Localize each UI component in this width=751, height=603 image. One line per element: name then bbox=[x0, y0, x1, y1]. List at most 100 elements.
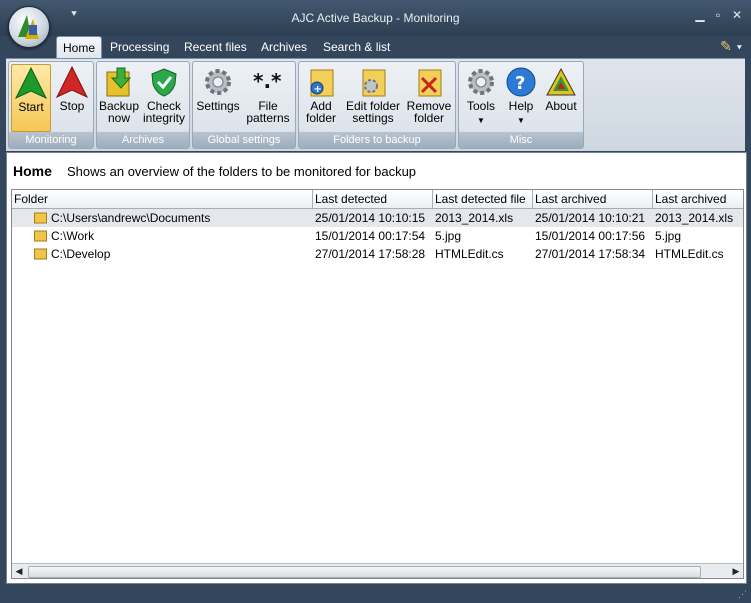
ribbon: Start Stop Monitoring Backup now Check i… bbox=[6, 58, 745, 151]
group-archives: Backup now Check integrity Archives bbox=[96, 61, 190, 149]
stop-label: Stop bbox=[59, 99, 85, 113]
maximize-button[interactable]: ▫ bbox=[711, 8, 725, 22]
settings-label: Settings bbox=[196, 99, 240, 113]
column-header-last-detected-file[interactable]: Last detected file bbox=[433, 190, 533, 208]
minimize-button[interactable]: ▁ bbox=[693, 8, 707, 22]
group-label-global-settings: Global settings bbox=[193, 132, 295, 148]
cell-last-detected-file: 5.jpg bbox=[435, 229, 462, 243]
tab-home[interactable]: Home bbox=[56, 36, 103, 59]
style-icon[interactable]: ✎ ⯆ bbox=[720, 38, 743, 55]
horizontal-scrollbar[interactable]: ◀ ▶ bbox=[12, 563, 743, 578]
backup-now-label-2: now bbox=[107, 111, 130, 125]
check-integrity-label-2: integrity bbox=[142, 111, 186, 125]
asterisk-pattern-icon: *.* bbox=[253, 69, 282, 93]
help-dropdown-icon: ▼ bbox=[517, 116, 525, 125]
column-header-last-archived[interactable]: Last archived bbox=[533, 190, 653, 208]
svg-text:+: + bbox=[314, 84, 322, 95]
tools-dropdown-icon: ▼ bbox=[477, 116, 485, 125]
cell-last-archived-file: 5.jpg bbox=[655, 229, 682, 243]
group-folders-to-backup: + Add folder Edit folder settings Remove… bbox=[298, 61, 456, 149]
svg-text:?: ? bbox=[515, 73, 525, 94]
cell-last-detected: 25/01/2014 10:10:15 bbox=[315, 211, 426, 225]
stop-arrow-icon bbox=[56, 66, 88, 98]
shield-check-icon bbox=[151, 68, 177, 97]
scroll-right-icon[interactable]: ▶ bbox=[729, 564, 743, 578]
svg-text:*.*: *.* bbox=[253, 69, 282, 93]
tab-search-list[interactable]: Search & list bbox=[317, 36, 396, 58]
cell-last-archived: 25/01/2014 10:10:21 bbox=[535, 211, 646, 225]
start-button[interactable]: Start bbox=[11, 64, 51, 132]
cell-folder: C:\Work bbox=[51, 229, 95, 243]
gear-icon bbox=[205, 69, 231, 95]
close-button[interactable]: ✕ bbox=[730, 8, 744, 22]
app-menu-button[interactable] bbox=[8, 6, 50, 48]
folder-icon bbox=[34, 230, 47, 242]
cell-last-detected: 27/01/2014 17:58:28 bbox=[315, 247, 426, 261]
scroll-left-icon[interactable]: ◀ bbox=[12, 564, 26, 578]
tools-gear-icon bbox=[468, 69, 494, 95]
app-window: ⯆ AJC Active Backup - Monitoring ▁ ▫ ✕ H… bbox=[0, 0, 751, 603]
cell-last-archived-file: 2013_2014.xls bbox=[655, 211, 734, 225]
backup-now-button[interactable]: Backup now bbox=[97, 64, 141, 130]
tools-label: Tools bbox=[466, 99, 495, 113]
table-header: Folder Last detected Last detected file … bbox=[12, 190, 743, 224]
start-label: Start bbox=[18, 100, 44, 114]
table-row[interactable]: C:\Develop 27/01/2014 17:58:28 HTMLEdit.… bbox=[12, 245, 743, 263]
group-global-settings: Settings *.* File patterns Global settin… bbox=[192, 61, 296, 149]
about-triangle-icon bbox=[546, 67, 576, 96]
remove-folder-button[interactable]: Remove folder bbox=[405, 64, 453, 130]
backup-now-icon bbox=[106, 67, 132, 97]
folder-icon bbox=[34, 212, 47, 224]
page-description: Shows an overview of the folders to be m… bbox=[67, 164, 417, 179]
main-content: Home Shows an overview of the folders to… bbox=[6, 152, 747, 584]
stop-button[interactable]: Stop bbox=[53, 64, 91, 130]
window-title: AJC Active Backup - Monitoring bbox=[291, 11, 460, 25]
help-button[interactable]: ? Help ▼ bbox=[503, 64, 539, 130]
table-row[interactable]: C:\Users\andrewc\Documents 25/01/2014 10… bbox=[12, 209, 743, 227]
tab-recent-files[interactable]: Recent files bbox=[178, 36, 253, 58]
folder-icon bbox=[34, 248, 47, 260]
cell-last-detected-file: 2013_2014.xls bbox=[435, 211, 514, 225]
add-folder-button[interactable]: + Add folder bbox=[301, 64, 341, 130]
status-bar: ⋰ bbox=[0, 584, 751, 603]
add-folder-icon: + bbox=[310, 69, 334, 97]
column-header-folder[interactable]: Folder bbox=[12, 190, 313, 208]
app-logo-icon bbox=[18, 15, 39, 39]
cell-last-detected-file: HTMLEdit.cs bbox=[435, 247, 504, 261]
help-icon: ? bbox=[506, 67, 536, 97]
file-patterns-label-2: patterns bbox=[246, 111, 290, 125]
page-title: Home bbox=[13, 163, 52, 179]
remove-folder-label-2: folder bbox=[413, 111, 445, 125]
start-arrow-icon bbox=[15, 67, 47, 99]
title-bar: ⯆ AJC Active Backup - Monitoring ▁ ▫ ✕ bbox=[0, 0, 751, 36]
table-row[interactable]: C:\Work 15/01/2014 00:17:54 5.jpg 15/01/… bbox=[12, 227, 743, 245]
file-patterns-button[interactable]: *.* File patterns bbox=[243, 64, 293, 130]
group-label-folders: Folders to backup bbox=[299, 132, 455, 148]
settings-button[interactable]: Settings bbox=[195, 64, 241, 130]
group-label-misc: Misc bbox=[459, 132, 583, 148]
group-misc: Tools ▼ ? Help ▼ About Misc bbox=[458, 61, 584, 149]
tab-archives[interactable]: Archives bbox=[255, 36, 313, 58]
remove-folder-icon bbox=[418, 69, 442, 97]
help-label: Help bbox=[508, 99, 534, 113]
edit-folder-label-2: settings bbox=[352, 111, 394, 125]
tools-button[interactable]: Tools ▼ bbox=[461, 64, 501, 130]
tab-processing[interactable]: Processing bbox=[104, 36, 175, 58]
cell-folder: C:\Develop bbox=[51, 247, 111, 261]
edit-folder-settings-button[interactable]: Edit folder settings bbox=[343, 64, 403, 130]
add-folder-label-2: folder bbox=[305, 111, 337, 125]
column-header-last-detected[interactable]: Last detected bbox=[313, 190, 433, 208]
about-button[interactable]: About bbox=[541, 64, 581, 130]
group-monitoring: Start Stop Monitoring bbox=[8, 61, 94, 149]
about-label: About bbox=[545, 99, 577, 113]
cell-last-archived: 15/01/2014 00:17:56 bbox=[535, 229, 646, 243]
resize-grip-icon[interactable]: ⋰ bbox=[738, 589, 747, 600]
edit-folder-icon bbox=[362, 69, 386, 97]
scrollbar-thumb[interactable] bbox=[28, 566, 701, 578]
cell-last-archived: 27/01/2014 17:58:34 bbox=[535, 247, 646, 261]
check-integrity-button[interactable]: Check integrity bbox=[141, 64, 187, 130]
group-label-monitoring: Monitoring bbox=[9, 132, 93, 148]
column-header-last-archived-file[interactable]: Last archived file bbox=[653, 190, 743, 224]
folders-table: Folder Last detected Last detected file … bbox=[11, 189, 744, 579]
cell-folder: C:\Users\andrewc\Documents bbox=[51, 211, 211, 225]
